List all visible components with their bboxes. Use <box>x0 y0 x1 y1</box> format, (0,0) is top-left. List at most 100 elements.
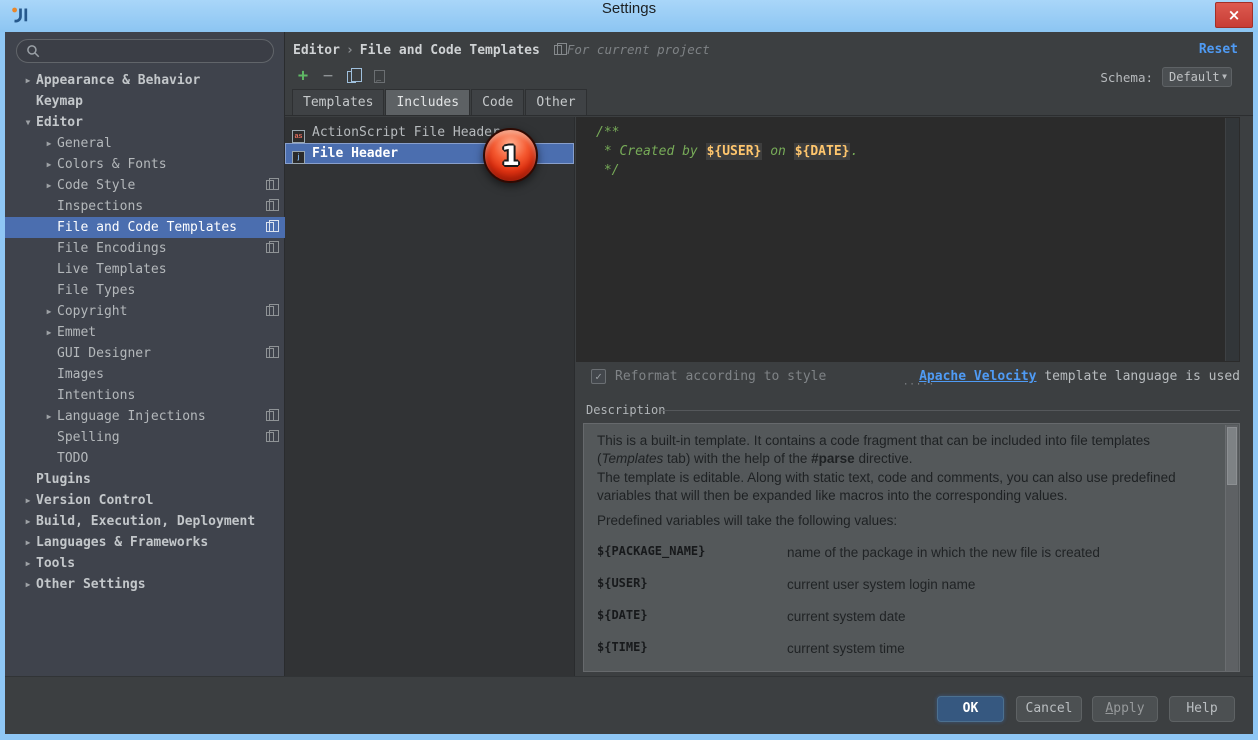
copy-settings-icon <box>266 220 279 232</box>
dialog-footer: OK Cancel Apply Help <box>5 676 1253 734</box>
sidebar-item-label: File and Code Templates <box>57 220 238 235</box>
chevron-down-icon[interactable]: ▼ <box>20 112 36 133</box>
sidebar-item-label: Build, Execution, Deployment <box>36 514 256 529</box>
copy-settings-icon <box>266 304 279 316</box>
apache-velocity-link[interactable]: Apache Velocity <box>919 369 1036 384</box>
editor-scrollbar[interactable] <box>1225 118 1239 361</box>
scope-note: For current project <box>566 42 710 57</box>
close-icon: × <box>1227 6 1241 24</box>
variable-row-package-name: ${PACKAGE_NAME} name of the package in wh… <box>597 539 1213 571</box>
variable-name: ${USER} <box>597 576 648 590</box>
sidebar-item-editor[interactable]: ▼ Editor <box>5 112 285 133</box>
sidebar-item-version-control[interactable]: ▶ Version Control <box>5 490 285 511</box>
sidebar-item-other-settings[interactable]: ▶ Other Settings <box>5 574 285 595</box>
copy-settings-icon <box>266 346 279 358</box>
chevron-right-icon[interactable]: ▶ <box>20 70 36 91</box>
settings-search-input[interactable] <box>16 39 274 63</box>
sidebar-item-tools[interactable]: ▶ Tools <box>5 553 285 574</box>
template-list: as ActionScript File Header j File Header <box>285 117 575 676</box>
sidebar-item-label: Images <box>57 367 104 382</box>
variable-row-date: ${DATE} current system date <box>597 603 1213 635</box>
comment-text: . <box>850 144 859 159</box>
help-button[interactable]: Help <box>1169 696 1235 722</box>
sidebar-item-images[interactable]: Images <box>5 364 285 385</box>
close-button[interactable]: × <box>1215 2 1253 28</box>
sidebar-item-todo[interactable]: TODO <box>5 448 285 469</box>
description-scrollbar-thumb[interactable] <box>1227 427 1237 485</box>
sidebar-item-keymap[interactable]: Keymap <box>5 91 285 112</box>
sidebar-item-code-style[interactable]: ▶ Code Style <box>5 175 285 196</box>
badge-number: 1 <box>501 141 520 172</box>
description-paragraph: This is a built-in template. It contains… <box>597 433 1151 466</box>
chevron-right-icon[interactable]: ▶ <box>20 532 36 553</box>
tab-templates[interactable]: Templates <box>292 89 385 115</box>
window-title: Settings <box>601 0 657 17</box>
sidebar-item-file-encodings[interactable]: File Encodings <box>5 238 285 259</box>
chevron-right-icon[interactable]: ▶ <box>41 322 57 343</box>
sidebar-item-label: Code Style <box>57 178 136 193</box>
chevron-right-icon[interactable]: ▶ <box>41 154 57 175</box>
variable-name: ${DATE} <box>597 608 648 622</box>
splitter-handle-icon[interactable]: ····· <box>903 381 934 390</box>
remove-template-button[interactable]: − <box>318 66 338 86</box>
chevron-right-icon[interactable]: ▶ <box>41 406 57 427</box>
sidebar-item-general[interactable]: ▶ General <box>5 133 285 154</box>
sidebar-item-file-and-code-templates[interactable]: File and Code Templates <box>5 217 285 238</box>
sidebar-item-build-execution-deployment[interactable]: ▶ Build, Execution, Deployment <box>5 511 285 532</box>
breadcrumb: Editor › File and Code Templates For curren… <box>293 42 710 58</box>
apply-button[interactable]: Apply <box>1092 696 1158 722</box>
sidebar-item-live-templates[interactable]: Live Templates <box>5 259 285 280</box>
chevron-right-icon[interactable]: ▶ <box>20 511 36 532</box>
description-scrollbar[interactable] <box>1225 425 1238 671</box>
chevron-right-icon[interactable]: ▶ <box>41 175 57 196</box>
copy-template-button[interactable] <box>344 66 364 86</box>
variable-description: current user system login name <box>787 577 976 592</box>
chevron-right-icon[interactable]: ▶ <box>20 574 36 595</box>
sidebar-item-label: Other Settings <box>36 577 146 592</box>
variable-name: ${PACKAGE_NAME} <box>597 544 706 558</box>
chevron-right-icon[interactable]: ▶ <box>20 490 36 511</box>
sidebar-item-intentions[interactable]: Intentions <box>5 385 285 406</box>
reset-template-button[interactable] <box>370 66 390 92</box>
template-tabs: Templates Includes Code Other <box>285 89 1253 116</box>
tab-other[interactable]: Other <box>525 89 587 115</box>
sidebar-item-label: Colors & Fonts <box>57 157 167 172</box>
description-rule <box>661 410 1240 411</box>
comment-text: /** <box>596 125 620 140</box>
sidebar-item-appearance-behavior[interactable]: ▶ Appearance & Behavior <box>5 70 285 91</box>
ok-button[interactable]: OK <box>937 696 1004 722</box>
description-section-label: Description <box>586 403 666 417</box>
copy-settings-icon <box>266 241 279 253</box>
breadcrumb-editor[interactable]: Editor <box>293 43 340 58</box>
copy-settings-icon <box>266 409 279 421</box>
template-editor[interactable]: /** * Created by ${USER} on ${DATE}. */ <box>576 117 1240 362</box>
sidebar-item-language-injections[interactable]: ▶ Language Injections <box>5 406 285 427</box>
variable-row-user: ${USER} current user system login name <box>597 571 1213 603</box>
sidebar-item-plugins[interactable]: Plugins <box>5 469 285 490</box>
tab-includes[interactable]: Includes <box>385 89 471 115</box>
sidebar-item-colors-fonts[interactable]: ▶ Colors & Fonts <box>5 154 285 175</box>
predefined-variables-table: ${PACKAGE_NAME} name of the package in wh… <box>597 539 1213 671</box>
add-template-button[interactable]: + <box>293 66 313 86</box>
chevron-right-icon[interactable]: ▶ <box>41 133 57 154</box>
reformat-checkbox[interactable]: ✓ <box>591 369 606 384</box>
sidebar-item-copyright[interactable]: ▶ Copyright <box>5 301 285 322</box>
schema-dropdown[interactable]: Default ▼ <box>1162 67 1232 87</box>
template-variable: ${USER} <box>705 143 763 160</box>
chevron-right-icon[interactable]: ▶ <box>20 553 36 574</box>
file-type-icon-as: as <box>292 130 305 143</box>
tab-code[interactable]: Code <box>471 89 525 115</box>
sidebar-item-emmet[interactable]: ▶ Emmet <box>5 322 285 343</box>
chevron-right-icon[interactable]: ▶ <box>41 301 57 322</box>
reset-link[interactable]: Reset <box>1199 42 1238 57</box>
sidebar-item-gui-designer[interactable]: GUI Designer <box>5 343 285 364</box>
variable-name: ${TIME} <box>597 640 648 654</box>
sidebar-item-file-types[interactable]: File Types <box>5 280 285 301</box>
sidebar-item-spelling[interactable]: Spelling <box>5 427 285 448</box>
sidebar-item-languages-frameworks[interactable]: ▶ Languages & Frameworks <box>5 532 285 553</box>
sidebar-item-inspections[interactable]: Inspections <box>5 196 285 217</box>
apply-label: Apply <box>1105 701 1145 716</box>
code-line: * Created by ${USER} on ${DATE}. <box>596 142 1240 161</box>
breadcrumb-separator: › <box>345 43 354 58</box>
cancel-button[interactable]: Cancel <box>1016 696 1082 722</box>
